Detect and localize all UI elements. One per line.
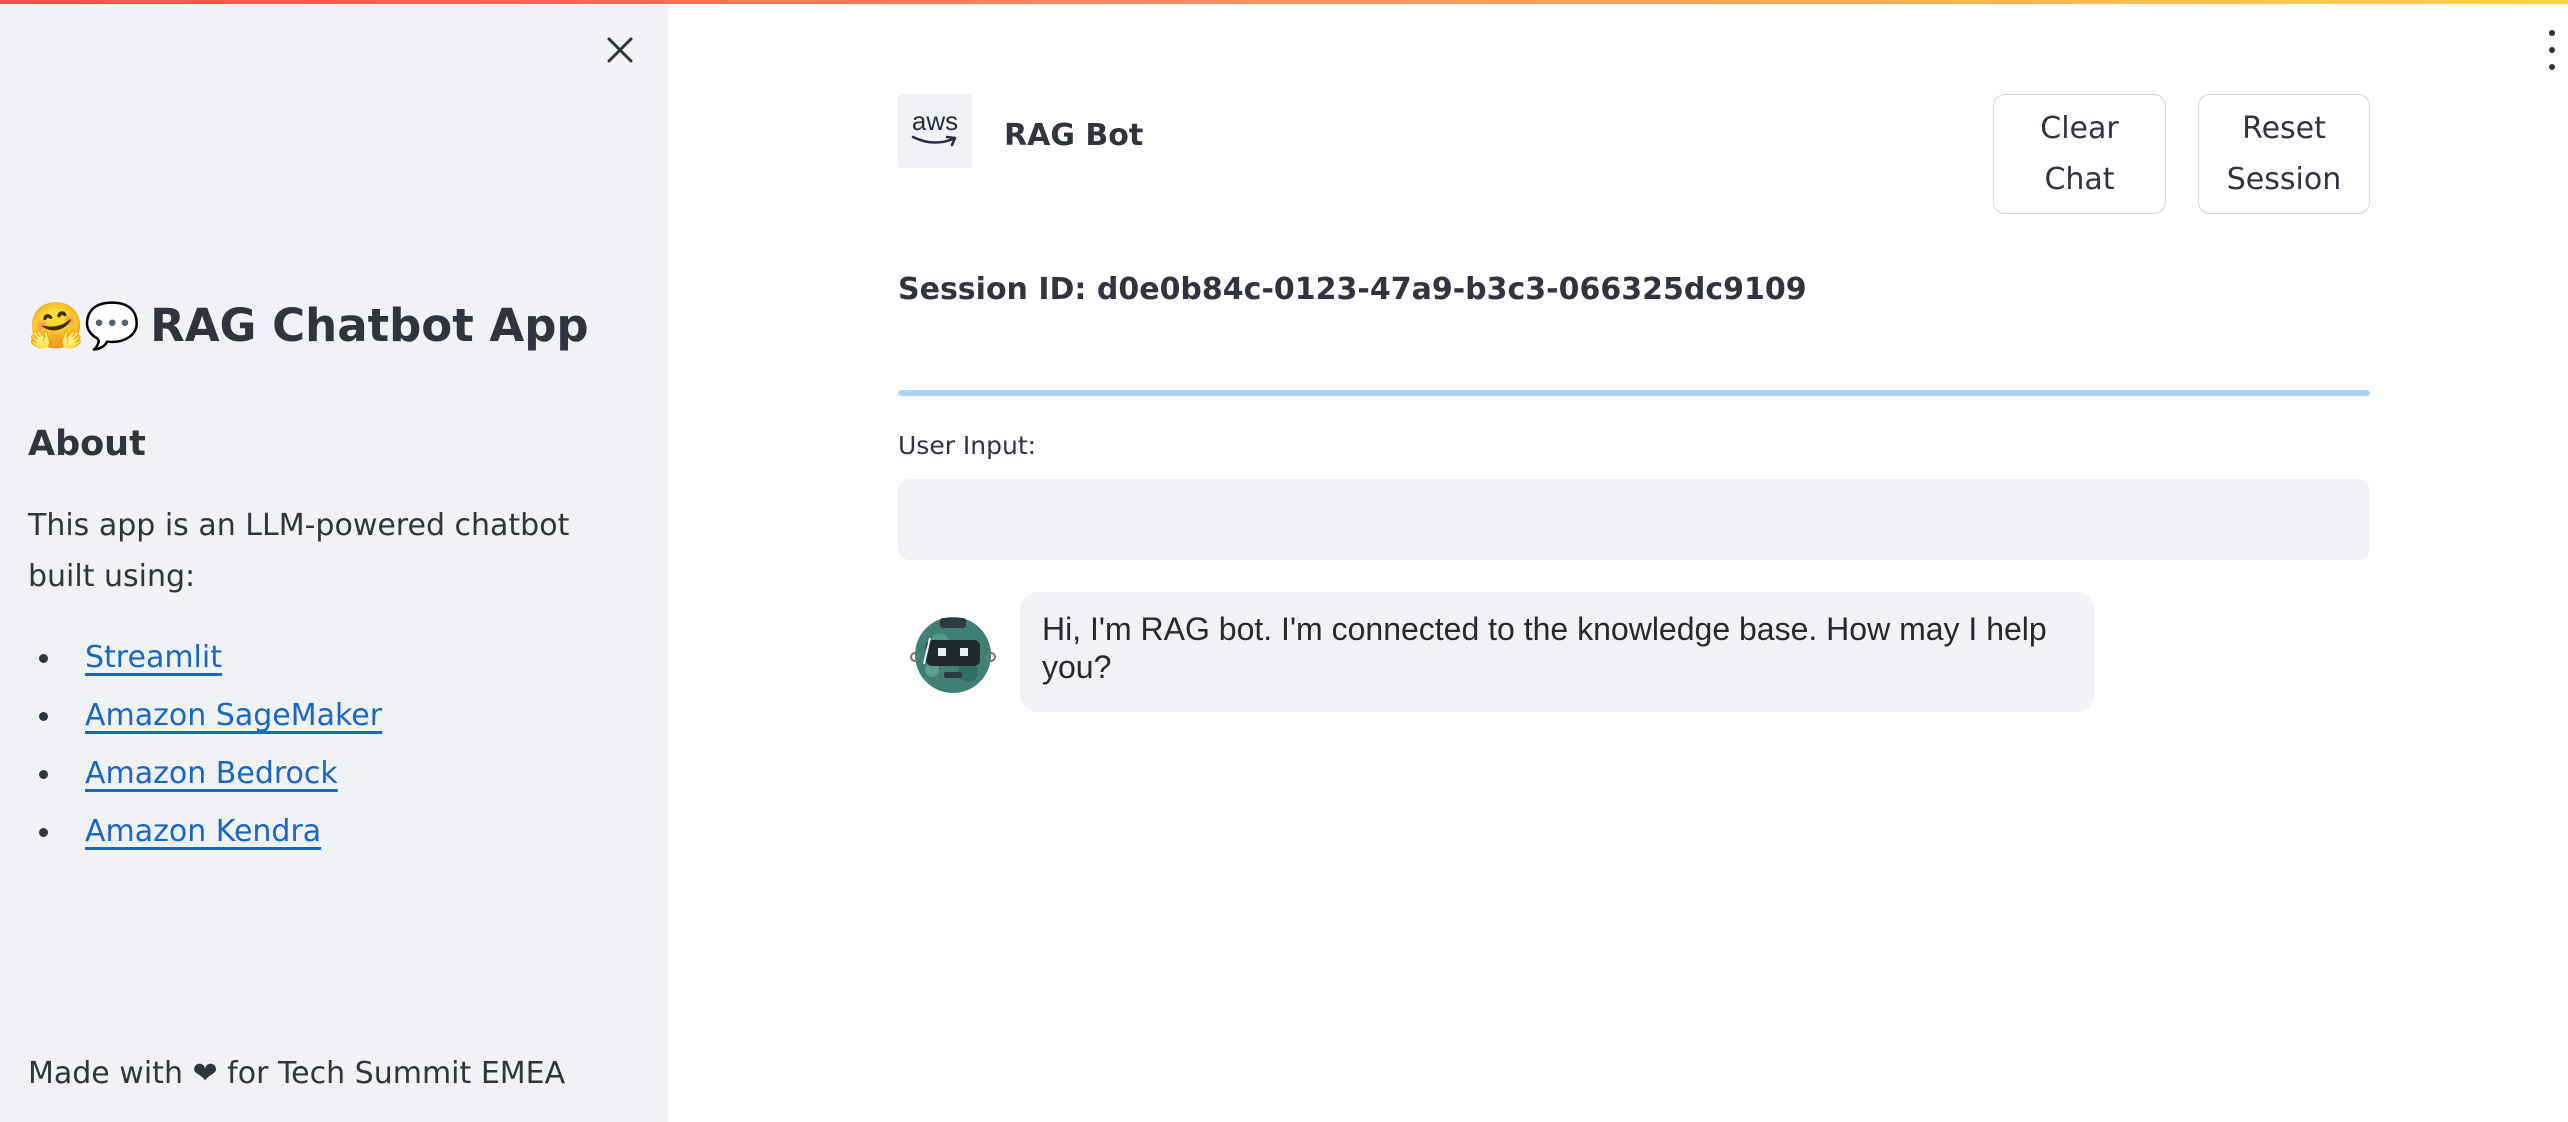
vertical-ellipsis-icon: [2549, 64, 2555, 70]
bullet-icon: [39, 712, 48, 721]
close-sidebar-button[interactable]: [598, 28, 642, 72]
reset-session-label-line2: Session: [2226, 162, 2342, 197]
list-item: Streamlit: [28, 629, 382, 687]
aws-logo-text: aws: [911, 106, 959, 136]
vertical-ellipsis-icon: [2549, 30, 2555, 36]
bullet-icon: [39, 828, 48, 837]
footer-text: Made with ❤ for Tech Summit EMEA: [28, 1056, 566, 1091]
amazon-kendra-link[interactable]: Amazon Kendra: [85, 814, 321, 849]
bot-title: RAG Bot: [1004, 118, 1144, 153]
reset-session-label-line1: Reset: [2242, 111, 2326, 146]
user-input-label: User Input:: [898, 431, 1037, 460]
hug-speech-emoji-icon: 🤗💬: [28, 299, 141, 352]
main-menu-button[interactable]: [2546, 30, 2558, 70]
amazon-sagemaker-link[interactable]: Amazon SageMaker: [85, 698, 382, 733]
top-decoration-bar: [0, 0, 2568, 4]
clear-chat-label-line2: Chat: [2044, 162, 2115, 197]
robot-avatar-icon: [910, 617, 996, 693]
list-item: Amazon Kendra: [28, 803, 382, 861]
tech-link-list: Streamlit Amazon SageMaker Amazon Bedroc…: [28, 629, 382, 861]
app-title-text: RAG Chatbot App: [150, 299, 589, 352]
reset-session-button[interactable]: Reset Session: [2198, 94, 2370, 214]
assistant-message-bubble: Hi, I'm RAG bot. I'm connected to the kn…: [1020, 592, 2094, 712]
aws-logo: aws: [898, 94, 972, 168]
session-id-text: Session ID: d0e0b84c-0123-47a9-b3c3-0663…: [898, 272, 1807, 307]
clear-chat-label-line1: Clear: [2040, 111, 2119, 146]
about-text: This app is an LLM-powered chatbot built…: [28, 508, 570, 594]
clear-chat-button[interactable]: Clear Chat: [1993, 94, 2166, 214]
user-input-field[interactable]: [898, 479, 2370, 560]
streamlit-link[interactable]: Streamlit: [85, 640, 222, 675]
bullet-icon: [39, 654, 48, 663]
vertical-ellipsis-icon: [2549, 47, 2555, 53]
list-item: Amazon SageMaker: [28, 687, 382, 745]
bullet-icon: [39, 770, 48, 779]
aws-smile-icon: [911, 135, 957, 147]
list-item: Amazon Bedrock: [28, 745, 382, 803]
amazon-bedrock-link[interactable]: Amazon Bedrock: [85, 756, 338, 791]
sidebar: 🤗💬 RAG Chatbot App About This app is an L…: [0, 0, 668, 1122]
progress-bar: [898, 390, 2370, 396]
app-title: 🤗💬 RAG Chatbot App: [28, 290, 589, 362]
about-heading: About: [28, 424, 146, 464]
close-icon: [607, 37, 633, 63]
